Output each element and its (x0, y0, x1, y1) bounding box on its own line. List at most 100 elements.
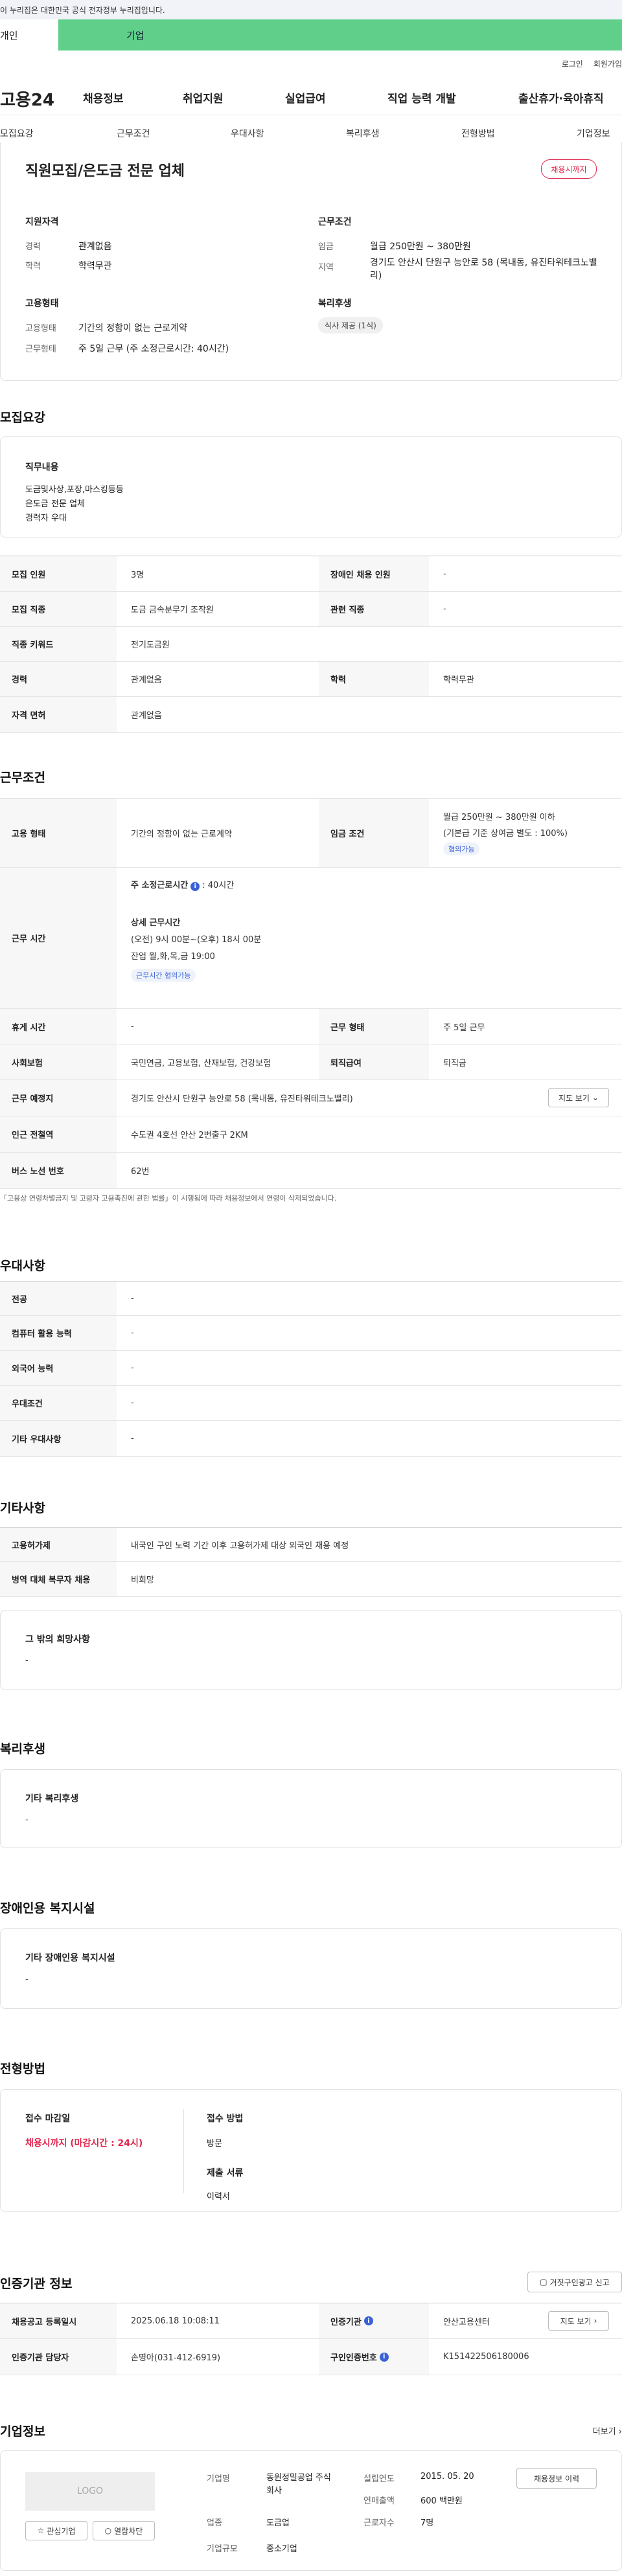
gnb-item-support[interactable]: 취업지원 (183, 89, 224, 106)
career-value: 관계없음 (78, 242, 112, 252)
deadline-badge: 채용시까지 (541, 159, 597, 179)
chevron-right-icon: › (618, 2427, 622, 2437)
cert-no-label: 구인인증번호 (330, 2353, 377, 2363)
tab-individual[interactable]: 개인 (0, 19, 58, 51)
anchor-work[interactable]: 근무조건 (117, 127, 150, 140)
table-row: 인증기관 담당자 손명아(031-412-6919) 구인인증번호 i K1514… (0, 2339, 622, 2375)
foreign-label: 고용허가제 (0, 1528, 117, 1561)
anchor-welfare[interactable]: 복리후생 (346, 127, 380, 140)
recruit-section-title: 모집요강 (0, 411, 45, 425)
rest-label: 휴게 시간 (0, 1009, 117, 1045)
founded-value: 2015. 05. 20 (420, 2472, 474, 2481)
req-career-label: 경력 (0, 662, 117, 696)
region-label: 지역 (318, 263, 334, 273)
gov-notice-bar: 이 누리집은 대한민국 공식 전자정부 누리집입니다. (0, 0, 622, 19)
login-link[interactable]: 로그인 (562, 58, 583, 69)
company-section-title: 기업정보 (0, 2424, 45, 2439)
place-map-button[interactable]: 지도 보기 ⌄ (548, 1088, 609, 1107)
place-label: 근무 예정지 (0, 1080, 117, 1116)
selection-divider (183, 2109, 184, 2193)
company-logo-placeholder: LOGO (25, 2472, 155, 2511)
pref-language-label: 외국어 능력 (0, 1351, 117, 1385)
disability-label: 기타 장애인용 복지시설 (25, 1953, 115, 1963)
wage-cond-value: 월급 250만원 ~ 380만원 이하 (443, 813, 555, 822)
license-value: 관계없음 (131, 711, 162, 721)
gnb-item-training[interactable]: 직업 능력 개발 (387, 89, 456, 106)
report-label: 거짓구인광고 신고 (549, 2277, 610, 2287)
revenue-value: 600 백만원 (420, 2496, 463, 2506)
anchor-selection[interactable]: 전형방법 (461, 127, 495, 140)
table-row: 직종 키워드 전기도금원 (0, 627, 622, 662)
info-icon[interactable]: i (363, 2316, 373, 2325)
foreign-value: 내국인 구인 노력 기간 이후 고용허가제 대상 외국인 채용 예정 (131, 1541, 349, 1551)
wage-value: 월급 250만원 ~ 380만원 (370, 242, 471, 252)
table-row: 모집 인원 3명 장애인 채용 인원 - (0, 556, 622, 592)
gnb-item-leave[interactable]: 출산휴가·육아휴직 (518, 89, 604, 106)
block-company-button[interactable]: ○ 열람차단 (93, 2521, 155, 2540)
audience-tabs: 개인 기업 (0, 19, 622, 51)
duty-label: 직무내용 (25, 462, 59, 473)
table-row: 외국어 능력 - (0, 1351, 622, 1386)
region-value: 경기도 안산시 단원구 능안로 58 (목내동, 유진타워테크노밸리) (370, 258, 597, 281)
table-row: 버스 노선 번호 62번 (0, 1153, 622, 1189)
disability-section-title: 장애인용 복지시설 (0, 1901, 95, 1915)
subway-value: 수도권 4호선 안산 2번출구 2KM (131, 1131, 248, 1140)
report-fake-ad-button[interactable]: ▢ 거짓구인광고 신고 (527, 2272, 622, 2292)
gnb-item-jobs[interactable]: 채용정보 (83, 89, 124, 106)
duty-line-1: 도금및사상,포장,마스킹등등 (25, 485, 124, 495)
wage-cond-label: 임금 조건 (319, 798, 429, 867)
info-icon[interactable]: i (379, 2352, 389, 2362)
work-type-value: 주 5일 근무 (주 소정근로시간: 40시간) (78, 344, 229, 354)
welfare-section-title: 복리후생 (0, 1742, 45, 1756)
welfare-heading: 복리후생 (318, 299, 352, 309)
anchor-company[interactable]: 기업정보 (577, 127, 610, 140)
shift-value: 주 5일 근무 (443, 1023, 485, 1033)
reg-date-label: 채용공고 등록일시 (0, 2303, 117, 2338)
join-link[interactable]: 회원가입 (593, 58, 622, 69)
global-nav: 고용24 채용정보 취업지원 실업급여 직업 능력 개발 출산휴가·육아휴직 (0, 76, 622, 115)
info-icon[interactable]: i (190, 881, 200, 891)
industry-value: 도금업 (266, 2518, 290, 2528)
keyword-value: 전기도금원 (131, 640, 170, 650)
disabled-label: 장애인 채용 인원 (319, 556, 429, 591)
severance-label: 퇴직급여 (319, 1045, 429, 1079)
anchor-recruit[interactable]: 모집요강 (0, 127, 34, 140)
manager-label: 인증기관 담당자 (0, 2339, 117, 2375)
selection-card: 접수 마감일 채용시까지 (마감시간 : 24시) 접수 방법 방문 제출 서류… (0, 2089, 622, 2212)
headcount-label: 모집 인원 (0, 556, 117, 591)
job-history-button[interactable]: 채용정보 이력 (516, 2468, 597, 2489)
anchor-pref[interactable]: 우대사항 (231, 127, 264, 140)
brand-logo[interactable]: 고용24 (0, 87, 78, 111)
rest-value: - (131, 1022, 134, 1032)
bus-value: 62번 (131, 1167, 150, 1177)
bus-label: 버스 노선 번호 (0, 1153, 117, 1188)
welfare-card: 기타 복리후생 - (0, 1769, 622, 1848)
industry-label: 업종 (207, 2518, 222, 2528)
table-row: 병역 대체 복무자 채용 비희망 (0, 1562, 622, 1597)
favorite-company-button[interactable]: ☆ 관심기업 (25, 2521, 87, 2540)
keyword-label: 직종 키워드 (0, 627, 117, 661)
hours-week-value: : 40시간 (202, 881, 235, 890)
edu-value: 학력무관 (78, 261, 112, 271)
gnb-item-unemployment[interactable]: 실업급여 (285, 89, 326, 106)
agency-map-button[interactable]: 지도 보기 › (548, 2311, 609, 2331)
age-footnote: 「고용상 연령차별금지 및 고령자 고용촉진에 관한 법률」이 시행됨에 따라 … (0, 1194, 337, 1203)
place-map-label: 지도 보기 (558, 1093, 590, 1103)
table-row: 컴퓨터 활용 능력 - (0, 1316, 622, 1351)
report-icon: ▢ (540, 2277, 547, 2287)
hours-detail-2: 잔업 월,화,목,금 19:00 (131, 952, 215, 962)
qual-heading: 지원자격 (25, 217, 59, 227)
wage-negotiable-pill: 협의가능 (443, 842, 480, 855)
selection-section-title: 전형방법 (0, 2062, 45, 2076)
req-edu-label: 학력 (319, 662, 429, 696)
company-more-link[interactable]: 더보기 › (593, 2424, 622, 2437)
duty-line-3: 경력자 우대 (25, 514, 67, 523)
hours-label: 근무 시간 (0, 868, 117, 1008)
name-label: 기업명 (207, 2474, 230, 2484)
pref-cond-value: - (131, 1398, 134, 1408)
job-label: 모집 직종 (0, 592, 117, 626)
tab-corporate[interactable]: 기업 (58, 19, 622, 51)
pref-etc-value: - (131, 1434, 134, 1443)
duty-card: 직무내용 도금및사상,포장,마스킹등등 은도금 전문 업체 경력자 우대 (0, 436, 622, 537)
star-icon: ☆ (37, 2526, 45, 2535)
